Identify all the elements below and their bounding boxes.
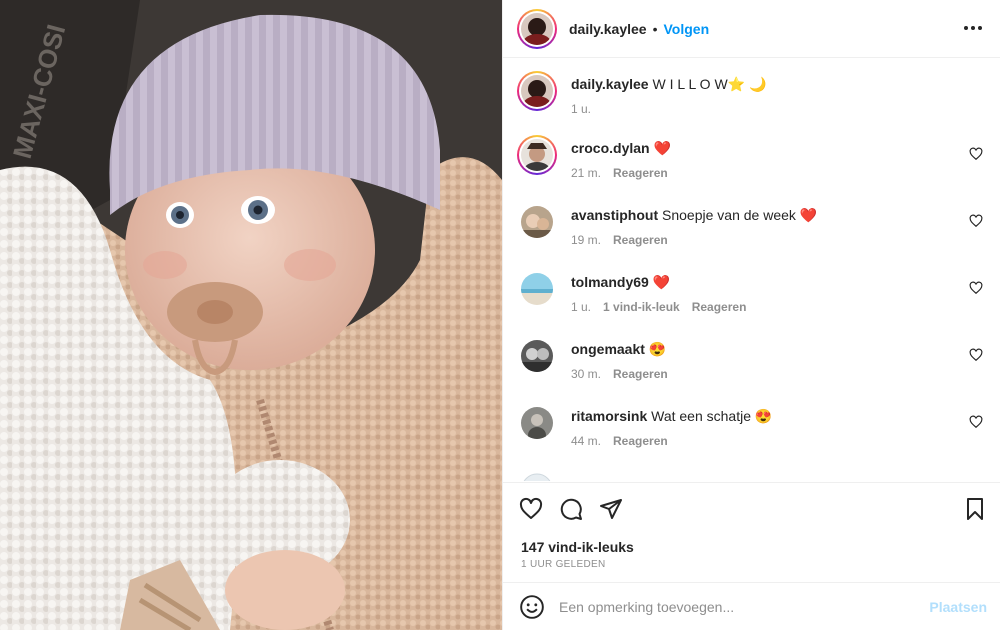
- post-comment-button[interactable]: Plaatsen: [929, 599, 987, 615]
- comments-list[interactable]: daily.kaylee W I L L O W⭐️ 🌙 1 u. croco.…: [503, 59, 1000, 481]
- comment-username[interactable]: tolmandy69: [571, 274, 649, 290]
- commenter-avatar[interactable]: [521, 206, 553, 238]
- comment-like-icon[interactable]: [969, 147, 983, 161]
- comment-time[interactable]: 44 m.: [571, 434, 601, 448]
- caption-username[interactable]: daily.kaylee: [571, 76, 649, 92]
- commenter-avatar[interactable]: [517, 135, 557, 175]
- caption-avatar[interactable]: [517, 71, 557, 111]
- comment-item: ritamorsink Wat een schatje 😍 44 m. Reage…: [517, 403, 987, 448]
- bookmark-icon[interactable]: [963, 497, 987, 521]
- follow-button[interactable]: Volgen: [663, 21, 709, 37]
- reply-button[interactable]: Reageren: [613, 166, 668, 180]
- reply-button[interactable]: Reageren: [613, 367, 668, 381]
- commenter-avatar[interactable]: [521, 273, 553, 305]
- author-username[interactable]: daily.kaylee: [569, 21, 647, 37]
- comment-username[interactable]: ritamorsink: [571, 408, 647, 424]
- comment-username[interactable]: croco.dylan: [571, 140, 650, 156]
- commenter-avatar[interactable]: [521, 407, 553, 439]
- post-photo[interactable]: MAXI-COSI: [0, 0, 502, 630]
- post-sidebar: daily.kaylee • Volgen daily.kaylee W I L…: [502, 0, 1000, 630]
- separator-dot: •: [652, 20, 658, 37]
- emoji-icon[interactable]: [519, 594, 545, 620]
- comment-like-icon[interactable]: [969, 348, 983, 362]
- commenter-avatar[interactable]: [521, 473, 553, 481]
- comment-text: ❤️: [653, 140, 671, 156]
- post-timestamp[interactable]: 1 UUR GELEDEN: [521, 559, 605, 570]
- comment-item: avanstiphout Snoepje van de week ❤️ 19 m…: [517, 202, 987, 247]
- comment-input[interactable]: [559, 598, 909, 615]
- comment-item-partial: [517, 469, 987, 481]
- comment-text: 😍: [648, 341, 667, 357]
- comment-time[interactable]: 1 u.: [571, 300, 591, 314]
- comment-text: Snoepje van de week ❤️: [662, 207, 818, 223]
- comment-like-icon[interactable]: [969, 214, 983, 228]
- reply-button[interactable]: Reageren: [692, 300, 747, 314]
- comment-username[interactable]: avanstiphout: [571, 207, 658, 223]
- comment-time[interactable]: 30 m.: [571, 367, 601, 381]
- like-count[interactable]: 147 vind-ik-leuks: [521, 539, 634, 555]
- comment-text: Wat een schatje 😍: [651, 408, 773, 424]
- comment-time[interactable]: 21 m.: [571, 166, 601, 180]
- comment-like-count[interactable]: 1 vind-ik-leuk: [603, 300, 680, 314]
- heart-icon[interactable]: [519, 497, 543, 521]
- baby-photo-illustration: MAXI-COSI: [0, 0, 502, 630]
- comment-like-icon[interactable]: [969, 415, 983, 429]
- caption-time[interactable]: 1 u.: [571, 102, 591, 116]
- comment-text: ❤️: [652, 274, 671, 290]
- author-avatar[interactable]: [517, 8, 557, 49]
- comment-icon[interactable]: [559, 497, 583, 521]
- caption-text: W I L L O W⭐️ 🌙: [652, 76, 767, 92]
- comment-username[interactable]: ongemaakt: [571, 341, 645, 357]
- comment-item: tolmandy69 ❤️ 1 u. 1 vind-ik-leuk Reageren: [517, 269, 987, 314]
- post-header: daily.kaylee • Volgen: [503, 0, 1000, 58]
- comment-item: ongemaakt 😍 30 m. Reageren: [517, 336, 987, 381]
- commenter-avatar[interactable]: [521, 340, 553, 372]
- send-icon[interactable]: [599, 497, 623, 521]
- add-comment-bar: Plaatsen: [503, 582, 1000, 630]
- comment-time[interactable]: 19 m.: [571, 233, 601, 247]
- comment-item: croco.dylan ❤️ 21 m. Reageren: [517, 135, 987, 180]
- comment-like-icon[interactable]: [969, 281, 983, 295]
- more-options-icon[interactable]: [961, 18, 985, 38]
- reply-button[interactable]: Reageren: [613, 233, 668, 247]
- post-caption: daily.kaylee W I L L O W⭐️ 🌙 1 u.: [517, 71, 987, 116]
- post-actions: 147 vind-ik-leuks 1 UUR GELEDEN: [503, 482, 1000, 582]
- reply-button[interactable]: Reageren: [613, 434, 668, 448]
